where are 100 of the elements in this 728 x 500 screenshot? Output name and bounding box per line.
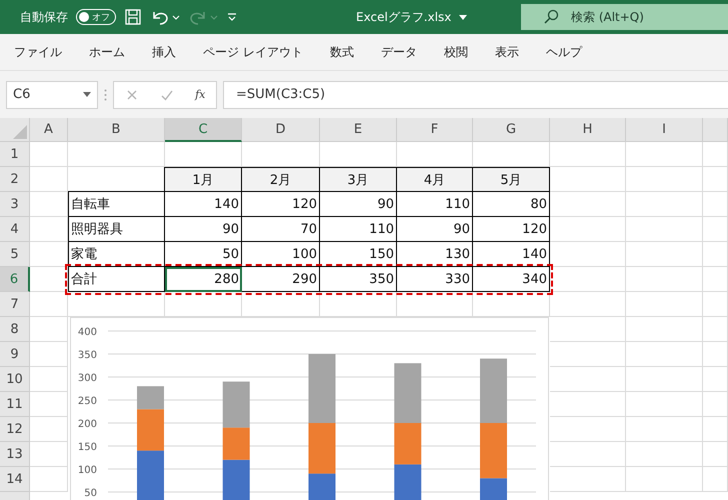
column-header[interactable]: B bbox=[68, 118, 165, 142]
menu-tab[interactable]: 校閲 bbox=[444, 44, 468, 60]
search-input[interactable]: 検索 (Alt+Q) bbox=[569, 9, 703, 25]
grid-cell[interactable] bbox=[30, 317, 68, 342]
insert-function-button[interactable]: fx bbox=[195, 88, 206, 101]
column-header[interactable]: F bbox=[397, 118, 473, 142]
menu-tab[interactable]: ヘルプ bbox=[546, 44, 582, 60]
y-axis-label: 100 bbox=[78, 465, 97, 476]
cancel-icon[interactable] bbox=[124, 88, 139, 102]
grid-cell[interactable] bbox=[703, 217, 728, 242]
row-header[interactable]: 1 bbox=[0, 142, 30, 167]
grid-cell[interactable] bbox=[703, 167, 728, 192]
menu-tab[interactable]: 数式 bbox=[330, 44, 354, 60]
table-cell: 290 bbox=[242, 267, 320, 292]
grid-cell[interactable] bbox=[550, 342, 626, 367]
menu-tab[interactable]: ファイル bbox=[14, 44, 62, 60]
grid-cell[interactable] bbox=[626, 292, 703, 317]
caret-icon[interactable] bbox=[459, 14, 468, 20]
search-field[interactable]: 検索 (Alt+Q) bbox=[521, 4, 728, 30]
grid-cell[interactable] bbox=[30, 292, 68, 317]
grid-cell[interactable] bbox=[626, 192, 703, 217]
caret-icon[interactable] bbox=[83, 92, 91, 97]
grid-cell[interactable] bbox=[703, 292, 728, 317]
grid-cell[interactable] bbox=[550, 317, 626, 342]
grid-cell[interactable] bbox=[30, 392, 68, 417]
grid-cell[interactable] bbox=[703, 342, 728, 367]
column-header[interactable]: A bbox=[30, 118, 68, 142]
row-header[interactable]: 7 bbox=[0, 292, 30, 317]
grid-cell[interactable] bbox=[626, 167, 703, 192]
row-header[interactable]: 10 bbox=[0, 367, 30, 392]
name-box[interactable]: C6 bbox=[6, 80, 98, 108]
grid-cell[interactable] bbox=[703, 142, 728, 167]
grid-cell[interactable] bbox=[550, 292, 626, 317]
row-header[interactable]: 9 bbox=[0, 342, 30, 367]
row-header[interactable]: 14 bbox=[0, 467, 30, 492]
grid-cell[interactable] bbox=[703, 417, 728, 442]
grid-cell[interactable] bbox=[626, 442, 703, 467]
grid-cell[interactable] bbox=[626, 217, 703, 242]
column-header[interactable]: H bbox=[550, 118, 626, 142]
grid-cell[interactable] bbox=[626, 342, 703, 367]
formula-field[interactable]: =SUM(C3:C5) bbox=[223, 80, 728, 108]
row-header[interactable]: 4 bbox=[0, 217, 30, 242]
column-header[interactable]: G bbox=[473, 118, 550, 142]
column-header[interactable]: D bbox=[242, 118, 320, 142]
grid-cell[interactable] bbox=[550, 392, 626, 417]
grid-cell[interactable] bbox=[550, 142, 626, 167]
grid-cell[interactable] bbox=[703, 467, 728, 492]
grid-cell[interactable] bbox=[703, 267, 728, 292]
menu-tab[interactable]: ページ レイアウト bbox=[203, 44, 303, 60]
column-header[interactable]: I bbox=[626, 118, 703, 142]
grid-cell[interactable] bbox=[703, 392, 728, 417]
grid-cell[interactable] bbox=[626, 392, 703, 417]
row-header[interactable]: 2 bbox=[0, 167, 30, 192]
grid-cell[interactable] bbox=[703, 442, 728, 467]
customize-icon[interactable] bbox=[226, 11, 238, 23]
grid-cell[interactable] bbox=[550, 417, 626, 442]
table-cell: 120 bbox=[242, 192, 320, 217]
menu-tab[interactable]: データ bbox=[380, 44, 417, 60]
row-header[interactable]: 5 bbox=[0, 242, 30, 267]
grid-cell[interactable] bbox=[703, 367, 728, 392]
row-header[interactable]: 3 bbox=[0, 192, 30, 217]
table-cell: 120 bbox=[473, 217, 550, 242]
grid-cell[interactable] bbox=[30, 467, 68, 492]
save-icon[interactable] bbox=[124, 8, 142, 26]
y-axis-label: 150 bbox=[78, 442, 97, 453]
grid-cell[interactable] bbox=[550, 442, 626, 467]
grid-cell[interactable] bbox=[703, 192, 728, 217]
grid-cell[interactable] bbox=[626, 317, 703, 342]
row-header[interactable]: 12 bbox=[0, 417, 30, 442]
grid-cell[interactable] bbox=[703, 242, 728, 267]
grid-cell[interactable] bbox=[30, 442, 68, 467]
grid-cell[interactable] bbox=[550, 467, 626, 492]
row-header[interactable]: 11 bbox=[0, 392, 30, 417]
drag-handle-icon[interactable] bbox=[104, 88, 107, 100]
column-header[interactable]: C bbox=[165, 118, 242, 142]
row-header[interactable]: 8 bbox=[0, 317, 30, 342]
grid-cell[interactable] bbox=[626, 267, 703, 292]
grid-cell[interactable] bbox=[550, 367, 626, 392]
menu-tab[interactable]: 挿入 bbox=[152, 44, 176, 60]
grid-cell[interactable] bbox=[703, 317, 728, 342]
row-header[interactable]: 13 bbox=[0, 442, 30, 467]
file-name[interactable]: Excelグラフ.xlsx bbox=[356, 8, 452, 26]
grid-cell[interactable] bbox=[626, 417, 703, 442]
grid-cell[interactable] bbox=[626, 467, 703, 492]
grid-cell[interactable] bbox=[626, 242, 703, 267]
grid-cell[interactable] bbox=[30, 417, 68, 442]
column-header[interactable] bbox=[703, 118, 728, 142]
menu-tab[interactable]: ホーム bbox=[89, 44, 125, 60]
chart-area[interactable]: 50 100 150 200 250 300 350 400 bbox=[70, 317, 549, 500]
autosave-toggle[interactable]: オフ bbox=[76, 9, 116, 25]
grid-cell[interactable] bbox=[626, 142, 703, 167]
column-header[interactable]: E bbox=[320, 118, 397, 142]
grid-cell[interactable] bbox=[626, 367, 703, 392]
grid-cell[interactable] bbox=[30, 342, 68, 367]
select-all-button[interactable] bbox=[0, 118, 30, 142]
table-cell: 70 bbox=[242, 217, 320, 242]
menu-tab[interactable]: 表示 bbox=[494, 44, 519, 60]
grid-cell[interactable] bbox=[30, 367, 68, 392]
row-header[interactable]: 6 bbox=[0, 267, 30, 292]
grid-cell[interactable] bbox=[30, 142, 68, 167]
